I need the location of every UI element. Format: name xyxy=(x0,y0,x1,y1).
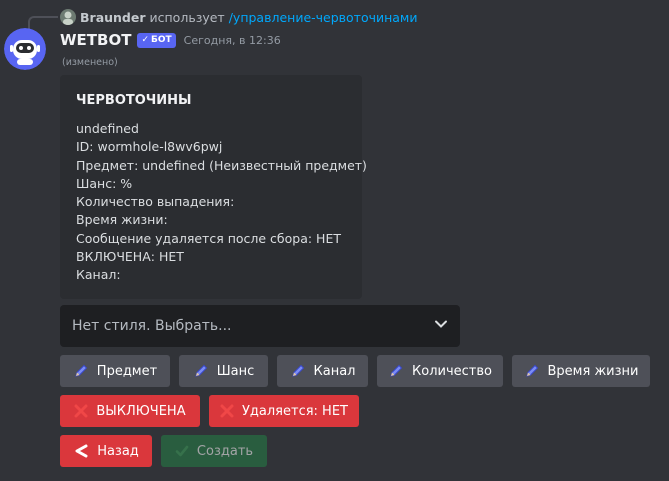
embed-line: Канал: xyxy=(76,267,121,283)
select-placeholder: Нет стиля. Выбрать... xyxy=(72,318,232,334)
back-button-label: Назад xyxy=(97,443,139,459)
edited-label: (изменено) xyxy=(62,57,118,68)
style-select[interactable]: Нет стиля. Выбрать... xyxy=(60,305,460,347)
back-button[interactable]: Назад xyxy=(60,435,152,467)
lifetime-button-label: Время жизни xyxy=(547,363,639,379)
channel-button[interactable]: Канал xyxy=(277,355,368,387)
embed-line: Количество выпадения: xyxy=(76,194,235,210)
embed-line: Шанс: % xyxy=(76,175,133,191)
create-button[interactable]: Создать xyxy=(161,435,267,467)
reply-context: Braunder использует /управление-червоточ… xyxy=(60,8,418,26)
reply-command[interactable]: /управление-червоточинами xyxy=(229,10,418,25)
embed-title: ЧЕРВОТОЧИНЫ xyxy=(76,93,192,108)
bot-avatar[interactable] xyxy=(4,28,46,70)
pencil-icon xyxy=(290,363,306,379)
bot-name[interactable]: WETBOT xyxy=(60,31,131,49)
embed-line: ID: wormhole-l8wv6pwj xyxy=(76,139,223,155)
reply-connector xyxy=(28,16,58,30)
message-timestamp: Сегодня, в 12:36 xyxy=(183,33,281,47)
arrow-left-icon xyxy=(73,443,89,459)
pencil-icon xyxy=(193,363,209,379)
chance-button-label: Шанс xyxy=(216,363,255,379)
chance-button[interactable]: Шанс xyxy=(179,355,268,387)
verified-check-icon: ✓ xyxy=(141,35,149,45)
pencil-icon xyxy=(524,363,540,379)
bot-badge: ✓ БОТ xyxy=(137,32,176,48)
toggle-enabled-label: ВЫКЛЮЧЕНА xyxy=(96,403,186,419)
create-button-label: Создать xyxy=(196,443,254,459)
embed-card: ЧЕРВОТОЧИНЫ undefined ID: wormhole-l8wv6… xyxy=(60,75,367,299)
channel-button-label: Канал xyxy=(313,363,356,379)
cross-icon xyxy=(74,404,88,418)
toggle-enabled-button[interactable]: ВЫКЛЮЧЕНА xyxy=(60,395,200,427)
chevron-down-icon xyxy=(434,317,448,335)
item-button-label: Предмет xyxy=(96,363,158,379)
item-button[interactable]: Предмет xyxy=(60,355,170,387)
embed-line: Предмет: undefined (Неизвестный предмет) xyxy=(76,157,367,173)
amount-button-label: Количество xyxy=(412,363,492,379)
cross-icon xyxy=(220,404,234,418)
lifetime-button[interactable]: Время жизни xyxy=(512,355,650,387)
reply-username[interactable]: Braunder xyxy=(80,10,146,25)
delete-after-collect-label: Удаляется: НЕТ xyxy=(242,403,348,419)
user-avatar[interactable] xyxy=(60,9,76,25)
embed-line: Время жизни: xyxy=(76,212,168,228)
embed-line: ВКЛЮЧЕНА: НЕТ xyxy=(76,249,184,265)
message-header: WETBOT ✓ БОТ Сегодня, в 12:36 xyxy=(60,30,281,50)
embed-line: undefined xyxy=(76,121,139,136)
checkmark-icon xyxy=(175,444,189,458)
embed-line: Сообщение удаляется после сбора: НЕТ xyxy=(76,230,341,246)
reply-uses-text: использует xyxy=(149,9,225,25)
bot-badge-label: БОТ xyxy=(151,35,172,45)
pencil-icon xyxy=(73,363,89,379)
delete-after-collect-button[interactable]: Удаляется: НЕТ xyxy=(209,395,359,427)
pencil-icon xyxy=(388,363,404,379)
amount-button[interactable]: Количество xyxy=(377,355,503,387)
